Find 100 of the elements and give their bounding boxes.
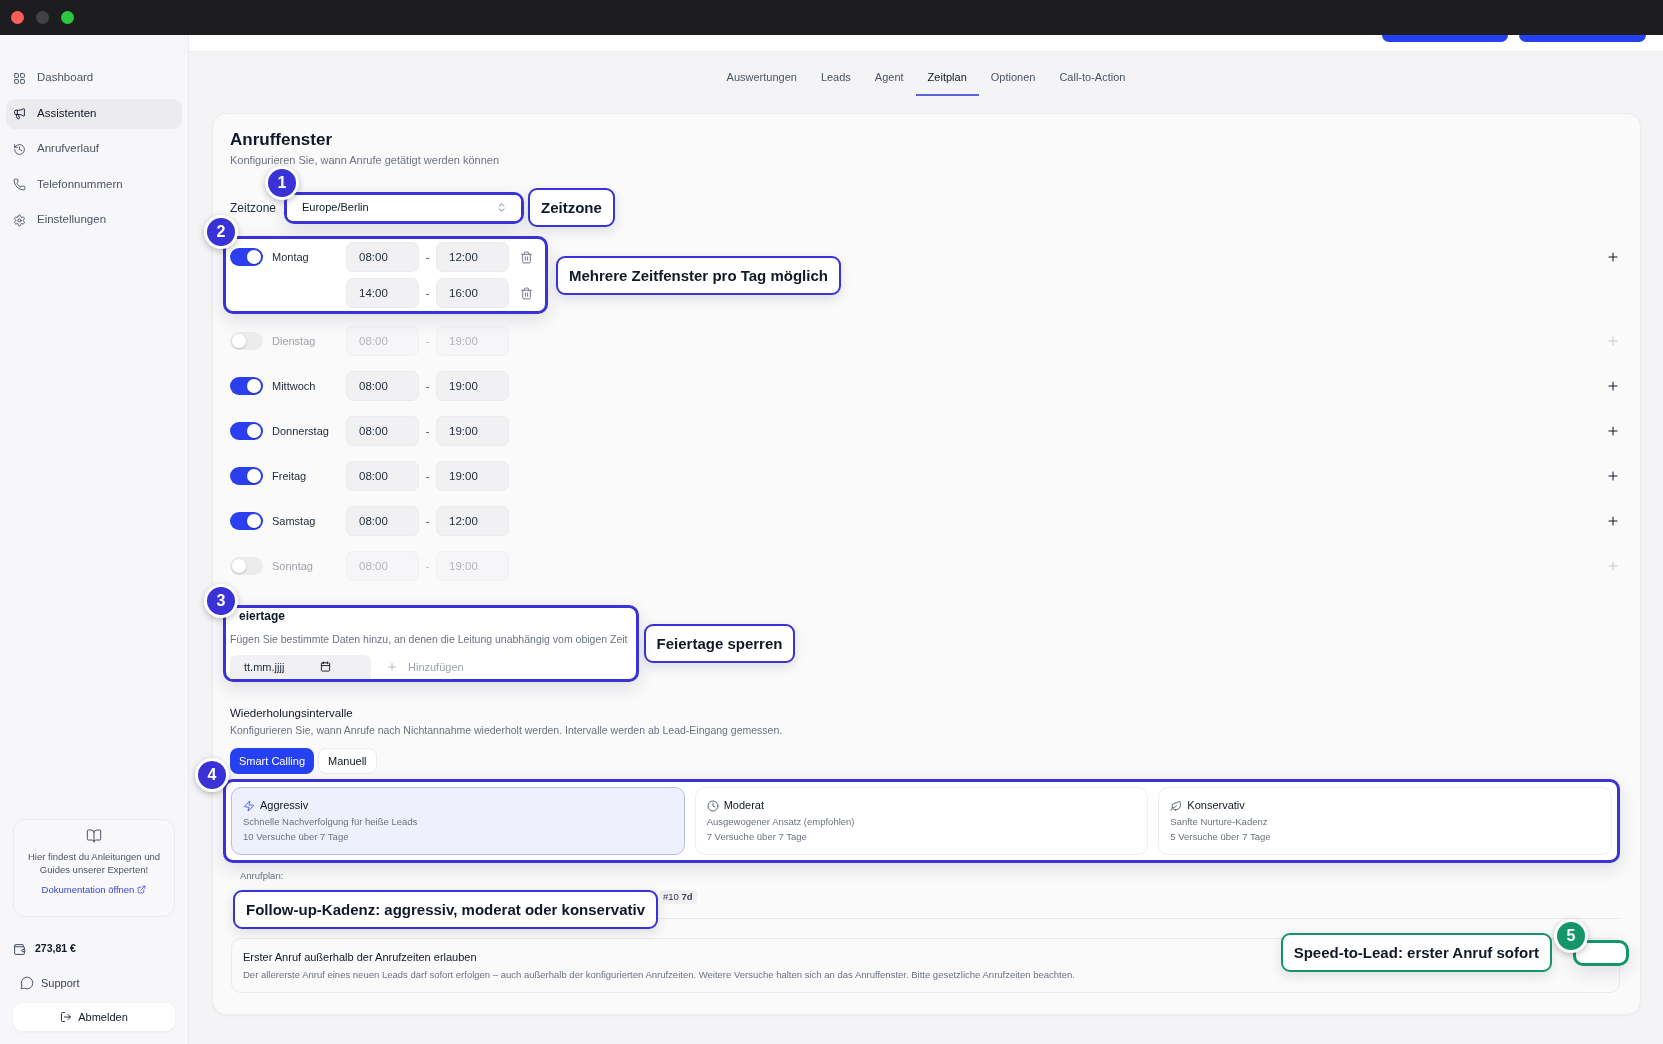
preset-title: Konservativ xyxy=(1187,798,1245,813)
toggle-switch[interactable] xyxy=(230,467,263,485)
time-field[interactable]: 08:00 xyxy=(346,371,419,401)
time-field[interactable]: 14:00 xyxy=(346,278,419,308)
plus-icon[interactable] xyxy=(1606,379,1620,393)
range-separator: - xyxy=(424,333,431,349)
time-field[interactable]: 08:00 xyxy=(346,506,419,536)
clock-icon xyxy=(706,799,719,812)
logout-icon xyxy=(60,1011,73,1023)
time-field[interactable]: 12:00 xyxy=(436,242,509,272)
nav-item[interactable]: Dashboard xyxy=(6,63,182,93)
primary-button[interactable] xyxy=(1519,35,1646,42)
step-badge: 4 xyxy=(195,758,229,792)
day-label: Mittwoch xyxy=(272,378,316,394)
phone-icon xyxy=(13,178,26,191)
tab[interactable]: Zeitplan xyxy=(915,70,979,96)
range-separator: - xyxy=(424,378,431,394)
step-badge: 3 xyxy=(204,584,238,618)
section-title: eiertage xyxy=(239,608,287,624)
time-field[interactable]: 19:00 xyxy=(436,461,509,491)
trash-icon[interactable] xyxy=(520,286,533,300)
preset-card[interactable]: Moderat Ausgewogener Ansatz (empfohlen) 7 Versuche über 7 Tage xyxy=(694,787,1149,855)
plus-icon xyxy=(386,661,398,673)
plan-chip: #10 7d xyxy=(659,890,697,904)
chat-bubble-icon xyxy=(20,976,34,990)
book-icon xyxy=(86,828,102,844)
preset-attempts: 5 Versuche über 7 Tage xyxy=(1170,830,1271,843)
wallet-icon xyxy=(13,942,26,956)
step-badge: 1 xyxy=(265,165,299,200)
toggle-switch[interactable] xyxy=(230,377,263,395)
support-link[interactable]: Support xyxy=(13,971,175,995)
mode-tab[interactable]: Smart Calling xyxy=(230,748,315,774)
primary-button[interactable] xyxy=(1382,35,1508,42)
preset-description: Ausgewogener Ansatz (empfohlen) xyxy=(706,815,855,828)
range-separator: - xyxy=(424,423,431,439)
time-field[interactable]: 08:00 xyxy=(346,242,419,272)
section-subtitle: Konfigurieren Sie, wann Anrufe getätigt werden können xyxy=(230,153,501,167)
time-field[interactable]: 08:00 xyxy=(346,461,419,491)
toggle-switch[interactable] xyxy=(230,557,263,575)
timezone-select[interactable]: Europe/Berlin xyxy=(287,194,521,221)
range-separator: - xyxy=(424,285,431,301)
history-icon xyxy=(13,142,26,156)
day-label: Donnerstag xyxy=(272,423,329,439)
calendar-icon[interactable] xyxy=(320,661,331,672)
grid-icon xyxy=(13,71,26,85)
callout-label: Feiertage sperren xyxy=(643,624,796,663)
preset-title: Moderat xyxy=(723,798,764,813)
toggle-switch[interactable] xyxy=(230,512,263,530)
range-separator: - xyxy=(424,513,431,529)
nav-item[interactable]: Assistenten xyxy=(6,98,182,129)
trash-icon[interactable] xyxy=(520,250,533,264)
preset-attempts: 7 Versuche über 7 Tage xyxy=(706,830,807,843)
time-field[interactable]: 08:00 xyxy=(346,416,419,446)
external-link-icon xyxy=(137,885,147,894)
toggle-switch[interactable] xyxy=(230,332,263,350)
day-label: Montag xyxy=(272,249,309,265)
time-field[interactable]: 16:00 xyxy=(436,278,509,308)
plus-icon[interactable] xyxy=(1606,514,1620,528)
time-field[interactable]: 12:00 xyxy=(436,506,509,536)
preset-attempts: 10 Versuche über 7 Tage xyxy=(243,830,349,843)
plus-icon[interactable] xyxy=(1606,424,1620,438)
tab[interactable]: Leads xyxy=(808,70,863,96)
time-field[interactable]: 19:00 xyxy=(436,371,509,401)
window-maximize-icon[interactable] xyxy=(61,11,74,24)
settings-icon xyxy=(13,213,26,227)
preset-description: Sanfte Nurture-Kadenz xyxy=(1170,815,1268,828)
time-field[interactable]: 19:00 xyxy=(436,416,509,446)
day-label: Freitag xyxy=(272,468,307,484)
section-description: Fügen Sie bestimmte Daten hinzu, an denen die Leitung unabhängig vom obigen Zeit xyxy=(230,632,628,646)
nav-item[interactable]: Telefonnummern xyxy=(6,169,182,200)
date-field[interactable]: tt.mm.jjjj xyxy=(230,655,371,679)
documentation-link[interactable]: Dokumentation öffnen xyxy=(41,883,147,896)
range-separator: - xyxy=(424,558,431,574)
tab[interactable]: Optionen xyxy=(978,70,1048,96)
mode-tab[interactable]: Manuell xyxy=(318,748,377,774)
preset-card[interactable]: Konservativ Sanfte Nurture-Kadenz 5 Versuche über 7 Tage xyxy=(1158,787,1612,855)
help-text: Hier findest du Anleitungen und Guides unserer Experten! xyxy=(26,850,161,876)
step-badge: 5 xyxy=(1554,918,1588,953)
field-label: Zeitzone xyxy=(230,201,278,214)
callout-label: Follow-up-Kadenz: aggressiv, moderat oder konservativ xyxy=(233,890,658,929)
setting-title: Erster Anruf außerhalb der Anrufzeiten erlauben xyxy=(243,950,478,965)
toggle-switch[interactable] xyxy=(230,422,263,440)
range-separator: - xyxy=(424,249,431,265)
callout-label: Zeitzone xyxy=(528,188,615,227)
window-close-icon[interactable] xyxy=(11,11,24,24)
toggle-switch[interactable] xyxy=(230,248,263,266)
callout-label: Speed-to-Lead: erster Anruf sofort xyxy=(1280,933,1552,972)
preset-card[interactable]: Aggressiv Schnelle Nachverfolgung für heiße Leads 10 Versuche über 7 Tage xyxy=(231,787,685,855)
nav-item[interactable]: Anrufverlauf xyxy=(6,134,182,164)
tab[interactable]: Call-to-Action xyxy=(1047,70,1138,96)
plus-icon[interactable] xyxy=(1606,250,1620,264)
balance-amount: 273,81 € xyxy=(35,941,76,957)
nav-item[interactable]: Einstellungen xyxy=(6,205,182,235)
tab[interactable]: Agent xyxy=(862,70,916,96)
logout-button[interactable]: Abmelden xyxy=(13,1003,175,1031)
plan-label: Anrufplan: xyxy=(240,869,285,882)
tab[interactable]: Auswertungen xyxy=(714,70,809,96)
preset-title: Aggressiv xyxy=(260,798,309,813)
section-heading: Anruffenster xyxy=(230,129,333,151)
plus-icon[interactable] xyxy=(1606,469,1620,483)
